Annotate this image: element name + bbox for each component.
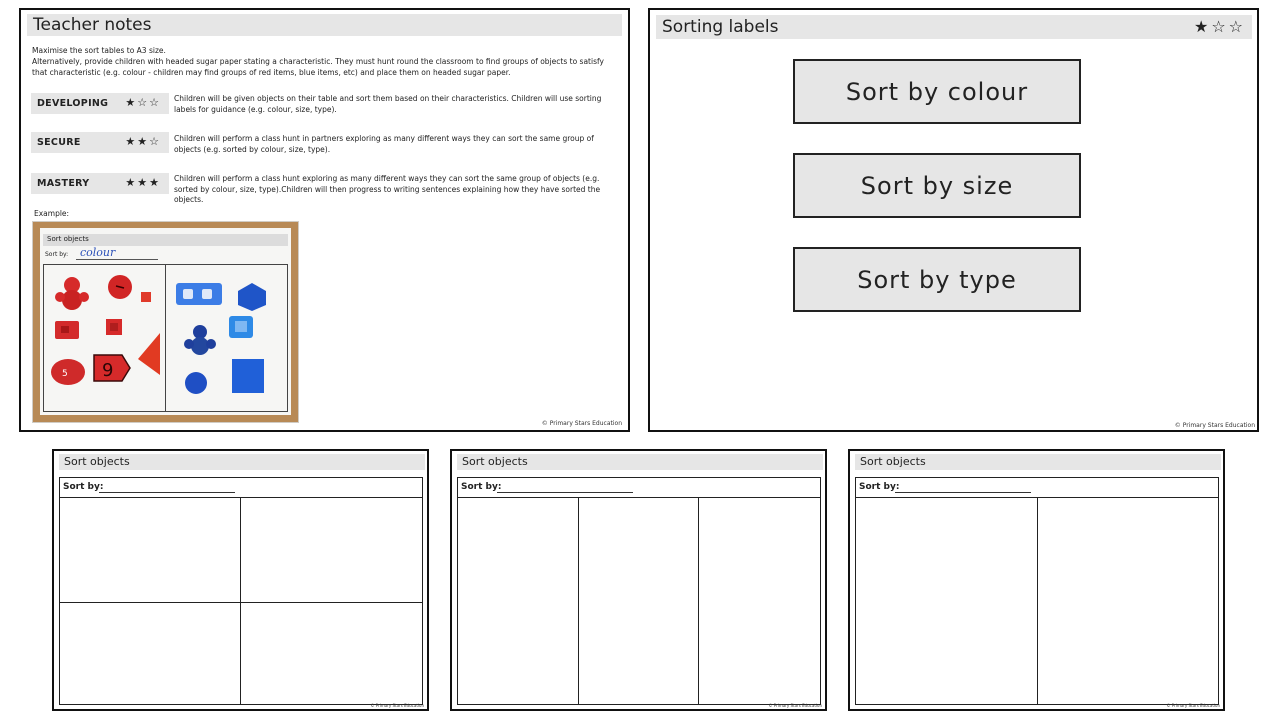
star-rating-icon: ★☆☆: [1193, 17, 1246, 36]
slide-header: Sort objects: [855, 454, 1221, 470]
example-label: Example:: [34, 209, 70, 218]
sort-by-label: Sort by:: [859, 482, 900, 492]
sort-cells: [458, 498, 820, 704]
copyright-footer: © Primary Stars Education: [768, 703, 822, 708]
star-rating-icon: ★★☆: [125, 135, 161, 148]
sort-by-blank-line: [99, 492, 235, 493]
slide-title: Teacher notes: [33, 15, 152, 35]
level-name: MASTERY: [37, 178, 90, 189]
slide-header: Sort objects: [457, 454, 823, 470]
red-disc-icon: [108, 275, 132, 299]
slide-title: Sort objects: [462, 455, 528, 468]
sort-by-label: Sort by:: [63, 482, 104, 492]
sort-by-blank-line: [895, 492, 1031, 493]
photo-sheet-title: Sort objects: [47, 235, 89, 243]
sort-template-3-columns: Sort objects Sort by: © Primary Stars Ed…: [450, 449, 827, 711]
red-number-card-icon: 9: [93, 354, 131, 382]
sort-by-row: Sort by:: [60, 478, 422, 498]
intro-text: Maximise the sort tables to A3 size. Alt…: [32, 45, 617, 78]
star-rating-icon: ★★★: [125, 176, 161, 189]
blue-disc-icon: [185, 372, 207, 394]
blue-cube-icon: [229, 316, 253, 338]
level-name: DEVELOPING: [37, 98, 109, 109]
level-secure: SECURE ★★☆: [31, 132, 169, 153]
sort-template-2-columns: Sort objects Sort by: © Primary Stars Ed…: [848, 449, 1225, 711]
level-developing: DEVELOPING ★☆☆: [31, 93, 169, 114]
svg-text:9: 9: [102, 360, 113, 381]
level-description: Children will perform a class hunt in pa…: [174, 134, 594, 154]
sort-label-type: Sort by type: [793, 247, 1081, 312]
slide-header: Teacher notes: [27, 14, 622, 36]
sort-label-size: Sort by size: [793, 153, 1081, 218]
svg-text:5: 5: [62, 369, 68, 379]
level-mastery: MASTERY ★★★: [31, 173, 169, 194]
intro-line-1: Maximise the sort tables to A3 size.: [32, 46, 166, 55]
star-rating-icon: ★☆☆: [125, 96, 161, 109]
blue-cube-connector-icon: [176, 283, 222, 305]
red-coin-icon: 5: [51, 359, 85, 385]
copyright-footer: © Primary Stars Education: [1166, 703, 1220, 708]
photo-sort-grid: 5 9: [43, 264, 288, 412]
red-teddy-icon: [55, 277, 89, 310]
slide-header: Sorting labels ★☆☆: [656, 15, 1252, 39]
sort-cells: [856, 498, 1218, 704]
sort-table: Sort by:: [855, 477, 1219, 705]
blue-block-icon: [238, 283, 266, 311]
example-photo: Sort objects Sort by: colour 5 9: [32, 221, 299, 423]
blue-teddy-icon: [184, 325, 216, 355]
sort-by-row: Sort by:: [856, 478, 1218, 498]
level-name: SECURE: [37, 137, 81, 148]
slide-header: Sort objects: [59, 454, 425, 470]
sort-table: Sort by:: [59, 477, 423, 705]
sort-label-colour: Sort by colour: [793, 59, 1081, 124]
sorting-labels-slide: Sorting labels ★☆☆ Sort by colour Sort b…: [648, 8, 1259, 432]
intro-line-2: Alternatively, provide children with hea…: [32, 57, 604, 77]
sort-by-blank-line: [497, 492, 633, 493]
copyright-footer: © Primary Stars Education: [541, 420, 622, 427]
sort-template-2x2: Sort objects Sort by: © Primary Stars Ed…: [52, 449, 429, 711]
photo-sort-by-label: Sort by:: [45, 251, 69, 258]
photo-handwritten-word: colour: [80, 246, 116, 259]
level-description: Children will perform a class hunt explo…: [174, 174, 601, 204]
red-cube-icon: [141, 292, 151, 302]
blue-square-icon: [232, 359, 264, 393]
slide-title: Sort objects: [860, 455, 926, 468]
level-description: Children will be given objects on their …: [174, 94, 602, 114]
red-block-icon: [55, 321, 79, 339]
sort-by-label: Sort by:: [461, 482, 502, 492]
teacher-notes-slide: Teacher notes Maximise the sort tables t…: [19, 8, 630, 432]
copyright-footer: © Primary Stars Education: [1174, 422, 1255, 429]
slide-title: Sorting labels: [662, 17, 779, 37]
sort-table: Sort by:: [457, 477, 821, 705]
slide-title: Sort objects: [64, 455, 130, 468]
copyright-footer: © Primary Stars Education: [370, 703, 424, 708]
red-triangle-icon: [138, 333, 160, 375]
red-cube-icon: [106, 319, 122, 335]
sort-by-row: Sort by:: [458, 478, 820, 498]
photo-sheet: Sort objects Sort by: colour 5 9: [40, 228, 291, 415]
sort-cells: [60, 498, 422, 704]
